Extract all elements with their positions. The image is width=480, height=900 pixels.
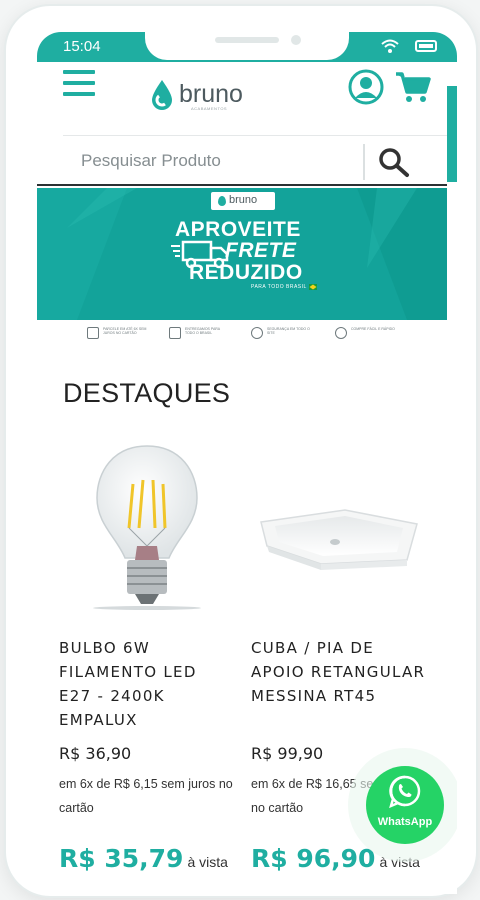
cash-label: à vista <box>379 854 420 870</box>
promo-banner[interactable]: bruno APROVEITE FRETE REDUZIDO PARA TODO… <box>37 188 447 320</box>
product-image-bulb[interactable] <box>59 442 235 610</box>
search-separator <box>363 144 365 180</box>
inst-prefix: em <box>59 777 80 791</box>
header-divider <box>63 135 447 136</box>
feature-text: SEGURANÇA EM TODO O SITE <box>267 327 310 335</box>
hand-icon <box>335 327 347 339</box>
shield-icon <box>251 327 263 339</box>
inst-count: 6x <box>79 777 94 791</box>
product-price: R$ 99,90 <box>251 744 324 763</box>
menu-icon <box>63 92 95 96</box>
whatsapp-label: WhatsApp <box>377 816 433 828</box>
screen: 15:04 bruno ACABAMENTOS Pesquisar Produt… <box>37 32 457 894</box>
inst-prefix: em <box>251 777 272 791</box>
cash-value: R$ 35,79 <box>59 844 184 873</box>
cash-value: R$ 96,90 <box>251 844 376 873</box>
brand-logo[interactable]: bruno ACABAMENTOS <box>149 76 259 116</box>
search-underline <box>37 184 447 186</box>
inst-count: 6x <box>271 777 286 791</box>
product-image-sink[interactable] <box>251 442 427 610</box>
user-icon[interactable] <box>347 68 385 106</box>
features-strip: PARCELE EM ATÉ 6X SEM JUROS NO CARTÃO EN… <box>87 327 427 341</box>
feature-text: PARCELE EM ATÉ 6X SEM JUROS NO CARTÃO <box>103 327 147 335</box>
brazil-flag-icon <box>309 284 317 290</box>
inst-mid: de <box>285 777 306 791</box>
logo-text: bruno <box>179 80 243 108</box>
inst-mid: de <box>93 777 114 791</box>
menu-button[interactable] <box>63 70 95 98</box>
inst-value: R$ 16,65 <box>305 777 357 791</box>
logo-drop-icon <box>152 80 172 110</box>
banner-line-4: PARA TODO BRASIL <box>251 284 307 290</box>
whatsapp-icon <box>389 775 421 809</box>
banner-line-2: FRETE <box>225 239 297 262</box>
product-cash-price: R$ 96,90 à vista <box>251 844 420 873</box>
site-header: bruno ACABAMENTOS <box>37 62 457 132</box>
phone-frame: 15:04 bruno ACABAMENTOS Pesquisar Produt… <box>4 4 478 898</box>
battery-icon <box>415 40 437 52</box>
search-bar <box>63 138 447 186</box>
inst-value: R$ 6,15 <box>113 777 158 791</box>
card-icon <box>87 327 99 339</box>
product-name[interactable]: CUBA / PIA DE APOIO RETANGULAR MESSINA R… <box>251 636 427 708</box>
camera <box>291 35 301 45</box>
status-time: 15:04 <box>63 38 101 55</box>
menu-icon <box>63 81 95 85</box>
product-price: R$ 36,90 <box>59 744 132 763</box>
box-icon <box>169 327 181 339</box>
banner-logo: bruno <box>211 192 275 210</box>
banner-line-3: REDUZIDO <box>189 261 303 284</box>
menu-icon <box>63 70 95 74</box>
wifi-icon <box>381 39 399 53</box>
search-input[interactable] <box>63 138 361 184</box>
whatsapp-button[interactable]: WhatsApp <box>366 766 444 844</box>
cart-icon[interactable] <box>395 70 431 104</box>
feature-text: ENTREGAMOS PARA TODO O BRASIL <box>185 327 220 335</box>
feature-text: COMPRE FÁCIL E RÁPIDO <box>351 327 395 331</box>
product-installments: em 6x de R$ 6,15 sem juros no cartão <box>59 772 235 820</box>
section-title: DESTAQUES <box>63 378 231 408</box>
product-name[interactable]: BULBO 6W FILAMENTO LED E27 - 2400K EMPAL… <box>59 636 235 732</box>
product-cash-price: R$ 35,79 à vista <box>59 844 228 873</box>
speaker <box>215 37 279 43</box>
logo-subtitle: ACABAMENTOS <box>191 106 228 111</box>
banner-logo-text: bruno <box>229 194 258 206</box>
search-icon[interactable] <box>377 146 411 178</box>
logo-drop-icon <box>218 196 226 206</box>
phone-notch <box>145 32 349 60</box>
cash-label: à vista <box>187 854 228 870</box>
accent-bar <box>447 86 457 182</box>
